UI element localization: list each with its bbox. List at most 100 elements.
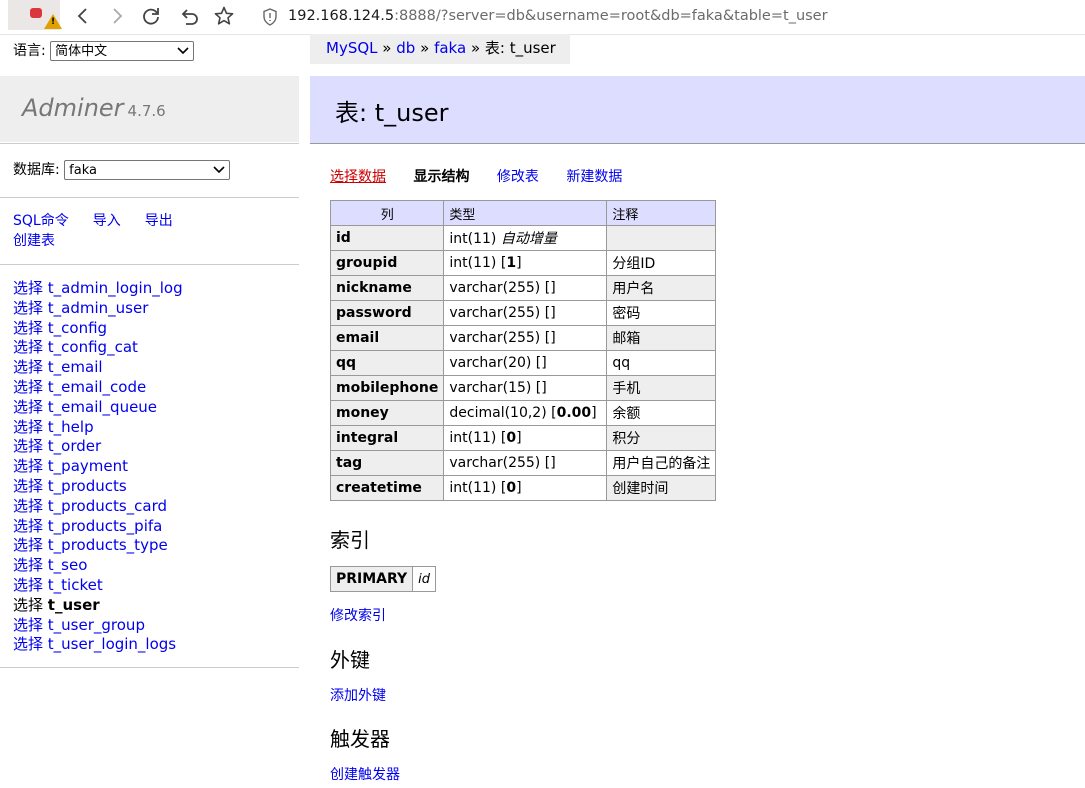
select-table-link[interactable]: 选择 [13,378,43,396]
brand-version: 4.7.6 [127,102,166,120]
new-item-link[interactable]: 新建数据 [566,169,622,185]
table-name-link[interactable]: t_user_login_logs [48,635,176,653]
select-table-link[interactable]: 选择 [13,319,43,337]
reload-icon[interactable] [140,5,162,27]
select-table-link[interactable]: 选择 [13,338,43,356]
select-table-link[interactable]: 选择 [13,517,43,535]
sidebar-item-t-seo: 选择 t_seo [13,556,183,576]
table-name-link[interactable]: t_help [48,418,94,436]
column-type: int(11) [449,255,497,271]
column-type: varchar(255) [449,305,541,321]
table-name-link[interactable]: t_admin_user [48,299,149,317]
table-name-link[interactable]: t_order [48,437,101,455]
breadcrumb-server-link[interactable]: MySQL [326,39,378,57]
table-name-link[interactable]: t_config [48,319,107,337]
column-comment: 用户自己的备注 [606,450,717,476]
add-trigger-link[interactable]: 创建触发器 [330,764,400,784]
select-data-link[interactable]: 选择数据 [330,169,386,185]
column-name: password [329,300,445,326]
create-table-link[interactable]: 创建表 [13,233,55,249]
column-type-cell: varchar(255) [] [443,325,608,351]
column-type: varchar(15) [449,380,532,396]
select-table-link[interactable]: 选择 [13,457,43,475]
table-name-link[interactable]: t_user_group [48,616,145,634]
column-default: 0 [506,480,517,496]
table-row: integral int(11) [0] 积分 [329,425,717,451]
import-link[interactable]: 导入 [93,213,121,229]
select-table-link[interactable]: 选择 [13,398,43,416]
table-name-link[interactable]: t_admin_login_log [48,279,183,297]
column-type-cell: varchar(15) [] [443,375,608,401]
sidebar-item-t-admin-user: 选择 t_admin_user [13,299,183,319]
table-name-link[interactable]: t_user [48,596,100,614]
chevron-down-icon [177,47,189,55]
export-link[interactable]: 导出 [145,213,173,229]
table-name-link[interactable]: t_email [48,358,103,376]
table-name-link[interactable]: t_products [48,477,127,495]
select-table-link[interactable]: 选择 [13,418,43,436]
breadcrumb-current: 表: t_user [484,39,556,57]
triggers-heading: 触发器 [330,727,390,751]
sql-command-link[interactable]: SQL命令 [13,213,69,229]
select-table-link[interactable]: 选择 [13,497,43,515]
table-row: id int(11) 自动增量 [329,225,717,251]
table-name-link[interactable]: t_products_pifa [48,517,163,535]
index-type: PRIMARY [329,566,414,592]
table-row: email varchar(255) [] 邮箱 [329,325,717,351]
table-name-link[interactable]: t_ticket [48,576,103,594]
alter-indexes-link[interactable]: 修改索引 [330,605,386,625]
bookmark-star-icon[interactable] [213,5,235,27]
add-foreign-key-link[interactable]: 添加外键 [330,685,386,705]
column-comment: 余额 [606,400,717,426]
column-type: varchar(255) [449,330,541,346]
warning-mark: ! [51,17,56,27]
select-table-link[interactable]: 选择 [13,358,43,376]
select-table-link[interactable]: 选择 [13,556,43,574]
breadcrumb-db-link[interactable]: faka [434,39,466,57]
database-select[interactable]: faka [64,160,231,180]
table-name-link[interactable]: t_seo [48,556,88,574]
table-name-link[interactable]: t_products_type [48,536,168,554]
language-select[interactable]: 简体中文 [50,41,195,61]
column-type-cell: int(11) [0] [443,475,608,501]
select-table-link[interactable]: 选择 [13,437,43,455]
table-name-link[interactable]: t_email_code [48,378,146,396]
table-name-link[interactable]: t_config_cat [48,338,138,356]
column-type: int(11) [449,231,497,247]
table-name-link[interactable]: t_payment [48,457,128,475]
back-icon[interactable] [72,5,94,27]
sidebar-item-t-config: 选择 t_config [13,319,183,339]
select-table-link[interactable]: 选择 [13,596,43,614]
sidebar-item-t-admin-login-log: 选择 t_admin_login_log [13,279,183,299]
column-type-cell: decimal(10,2) [0.00] [443,400,608,426]
brand-link[interactable]: Adminer 4.7.6 [22,94,166,122]
table-name-link[interactable]: t_email_queue [48,398,157,416]
column-header-type: 类型 [443,200,608,226]
alter-table-link[interactable]: 修改表 [497,169,539,185]
column-name: mobilephone [329,375,445,401]
table-name-link[interactable]: t_products_card [48,497,167,515]
undo-icon[interactable] [178,5,200,27]
select-table-link[interactable]: 选择 [13,279,43,297]
address-bar[interactable]: 192.168.124.5:8888/?server=db&username=r… [288,8,828,24]
column-type-cell: varchar(255) [] [443,450,608,476]
chevron-down-icon [213,166,225,174]
select-table-link[interactable]: 选择 [13,616,43,634]
shield-icon[interactable] [262,8,278,26]
select-table-link[interactable]: 选择 [13,299,43,317]
adminer-brand: Adminer 4.7.6 [0,76,299,142]
select-table-link[interactable]: 选择 [13,536,43,554]
select-table-link[interactable]: 选择 [13,477,43,495]
select-table-link[interactable]: 选择 [13,576,43,594]
forward-icon[interactable] [106,5,128,27]
database-label: 数据库: [13,162,60,178]
column-comment: qq [606,350,717,376]
select-table-link[interactable]: 选择 [13,635,43,653]
table-header-row: 列 类型 注释 [329,200,717,226]
column-type: int(11) [449,430,497,446]
show-structure-label: 显示结构 [413,169,470,185]
sidebar-item-t-ticket: 选择 t_ticket [13,576,183,596]
breadcrumb-host-link[interactable]: db [396,39,415,57]
sidebar-item-t-user-login-logs: 选择 t_user_login_logs [13,635,183,655]
browser-toolbar: ! 192.168.124.5:8888/?server=db&username… [0,0,1085,35]
